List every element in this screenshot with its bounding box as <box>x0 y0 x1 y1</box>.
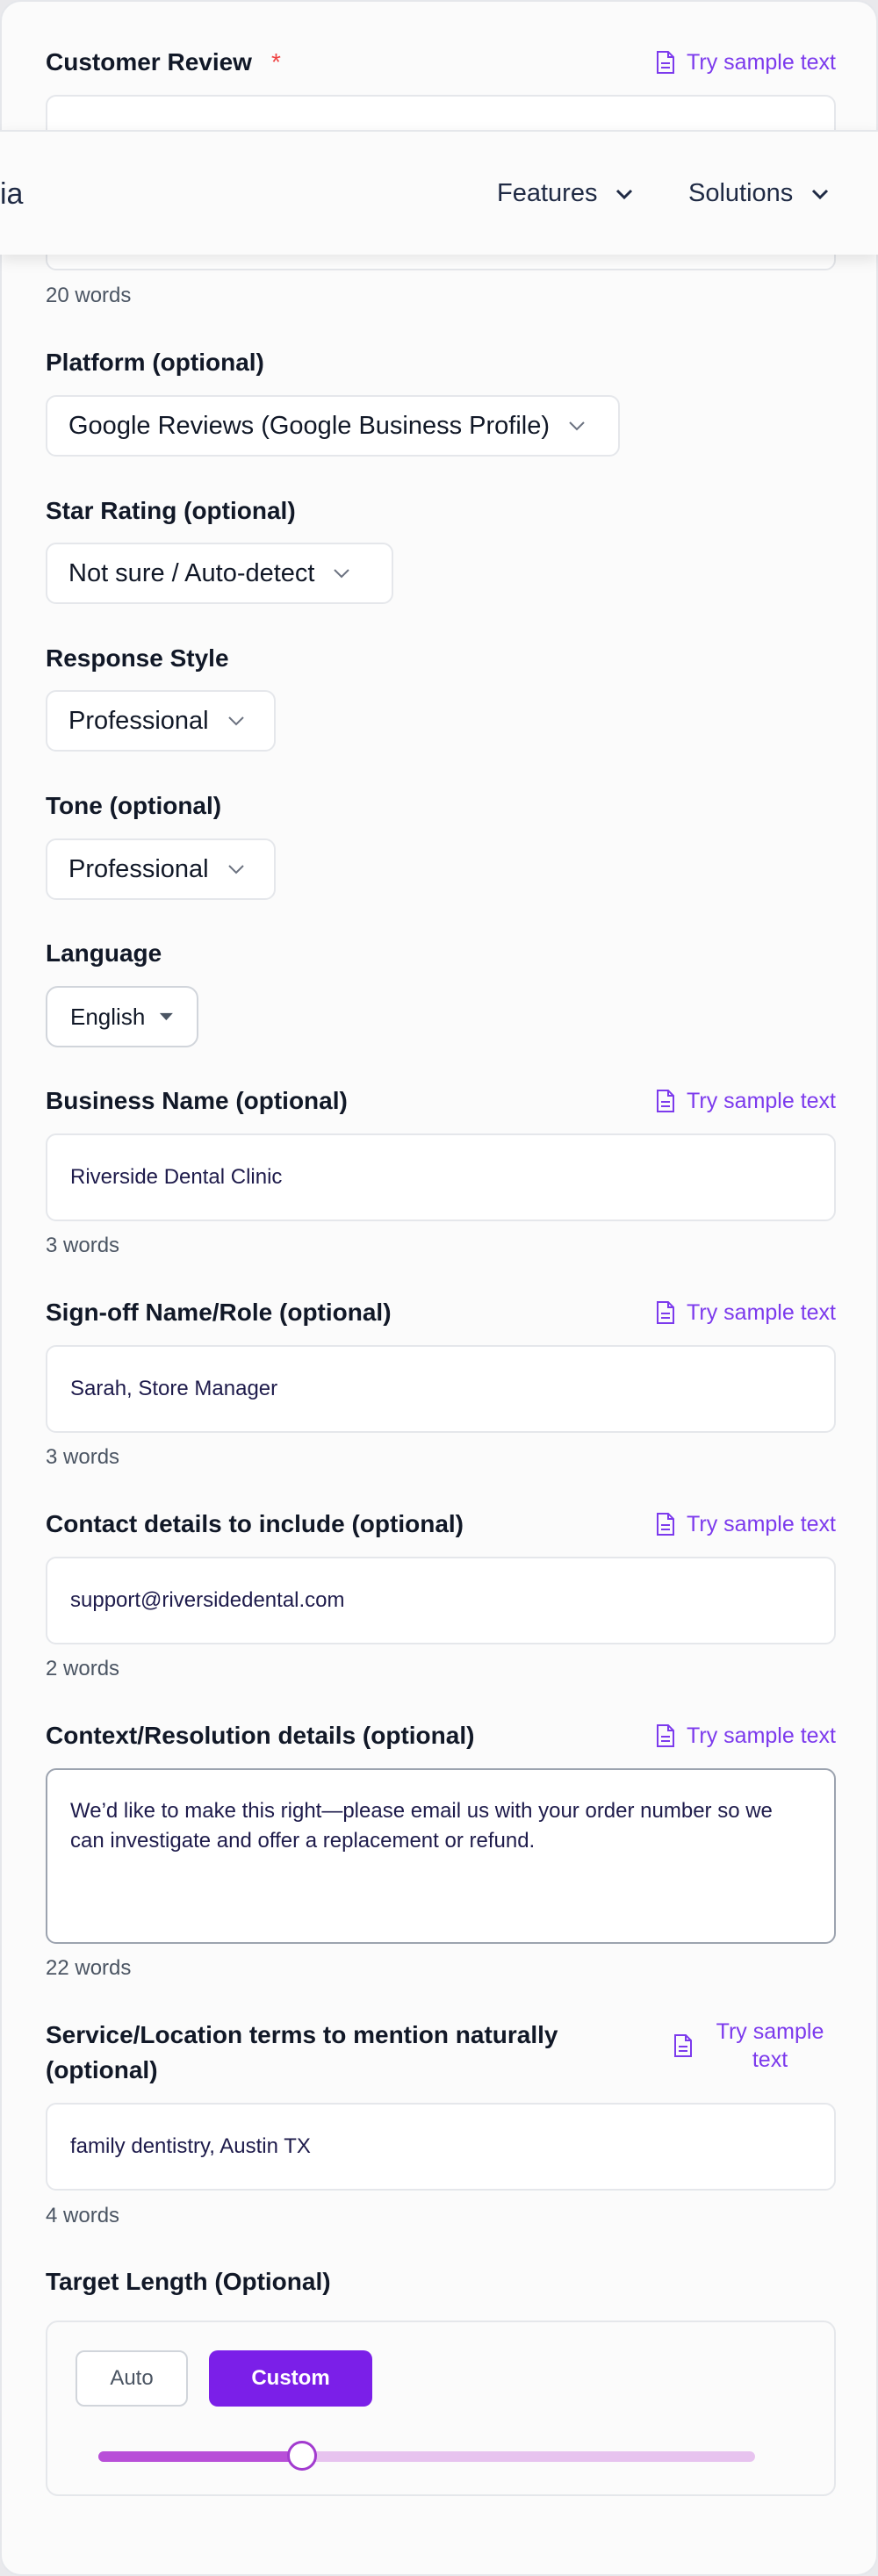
chevron-down-icon <box>334 569 350 579</box>
signoff-input[interactable]: Sarah, Store Manager <box>46 1345 836 1433</box>
contact-label: Contact details to include (optional) <box>46 1510 464 1537</box>
top-navbar: ia Features Solutions <box>0 130 878 255</box>
business-name-label: Business Name (optional) <box>46 1087 348 1114</box>
tone-value: Professional <box>68 854 209 883</box>
language-select[interactable]: English <box>46 986 198 1047</box>
document-icon <box>657 1301 675 1324</box>
nav-features-menu[interactable]: Features <box>497 179 634 208</box>
context-label: Context/Resolution details (optional) <box>46 1722 475 1749</box>
chevron-down-icon <box>812 189 829 199</box>
service-terms-input[interactable]: family dentistry, Austin TX <box>46 2103 836 2191</box>
context-word-count: 22 words <box>46 1956 132 1980</box>
document-icon <box>657 1090 675 1112</box>
contact-word-count: 2 words <box>46 1657 120 1680</box>
chevron-down-icon <box>227 865 244 874</box>
customer-review-word-count: 20 words <box>46 284 132 307</box>
length-slider-fill <box>98 2451 302 2462</box>
contact-input[interactable]: support@riversidedental.com <box>46 1557 836 1644</box>
document-icon <box>674 2034 692 2057</box>
context-sample-button[interactable]: Try sample text <box>655 1723 836 1749</box>
required-mark: * <box>270 48 281 76</box>
business-name-sample-button[interactable]: Try sample text <box>655 1089 836 1114</box>
service-terms-word-count: 4 words <box>46 2204 120 2227</box>
form-card: Customer Review * Try sample text 20 word… <box>0 0 878 2576</box>
language-value: English <box>70 1003 146 1030</box>
chevron-down-icon <box>616 189 633 199</box>
document-icon <box>657 1513 675 1536</box>
tone-select[interactable]: Professional <box>46 838 276 900</box>
target-length-label: Target Length (Optional) <box>46 2268 331 2295</box>
star-rating-value: Not sure / Auto-detect <box>68 558 315 587</box>
platform-label: Platform (optional) <box>46 349 264 376</box>
length-slider-track[interactable] <box>98 2441 755 2471</box>
customer-review-sample-button[interactable]: Try sample text <box>655 50 836 76</box>
customer-review-label: Customer Review * <box>46 48 281 76</box>
response-style-value: Professional <box>68 706 209 735</box>
custom-length-button[interactable]: Custom <box>209 2350 372 2407</box>
document-icon <box>657 51 675 74</box>
target-length-panel: Auto Custom <box>46 2321 836 2496</box>
document-icon <box>657 1724 675 1747</box>
signoff-label: Sign-off Name/Role (optional) <box>46 1299 392 1326</box>
signoff-sample-button[interactable]: Try sample text <box>655 1300 836 1326</box>
context-textarea[interactable]: We’d like to make this right—please emai… <box>46 1768 836 1944</box>
platform-value: Google Reviews (Google Business Profile) <box>68 411 551 440</box>
contact-sample-button[interactable]: Try sample text <box>655 1512 836 1537</box>
business-name-word-count: 3 words <box>46 1234 120 1257</box>
service-terms-sample-button[interactable]: Try sample text <box>643 2018 836 2074</box>
response-style-select[interactable]: Professional <box>46 690 276 752</box>
star-rating-label: Star Rating (optional) <box>46 497 296 524</box>
response-style-label: Response Style <box>46 644 229 672</box>
site-logo[interactable]: ia <box>0 177 23 212</box>
star-rating-select[interactable]: Not sure / Auto-detect <box>46 543 393 604</box>
service-terms-label: Service/Location terms to mention natura… <box>46 2021 558 2083</box>
nav-solutions-menu[interactable]: Solutions <box>688 179 830 208</box>
platform-select[interactable]: Google Reviews (Google Business Profile) <box>46 395 620 457</box>
tone-label: Tone (optional) <box>46 792 222 819</box>
length-slider-thumb[interactable] <box>286 2441 317 2471</box>
chevron-down-icon <box>227 716 244 726</box>
caret-down-icon <box>160 1012 174 1021</box>
chevron-down-icon <box>569 421 585 431</box>
signoff-word-count: 3 words <box>46 1445 120 1469</box>
business-name-input[interactable]: Riverside Dental Clinic <box>46 1133 836 1221</box>
customer-review-field: Customer Review * Try sample text <box>46 45 836 80</box>
language-label: Language <box>46 939 162 967</box>
auto-length-button[interactable]: Auto <box>76 2350 188 2407</box>
